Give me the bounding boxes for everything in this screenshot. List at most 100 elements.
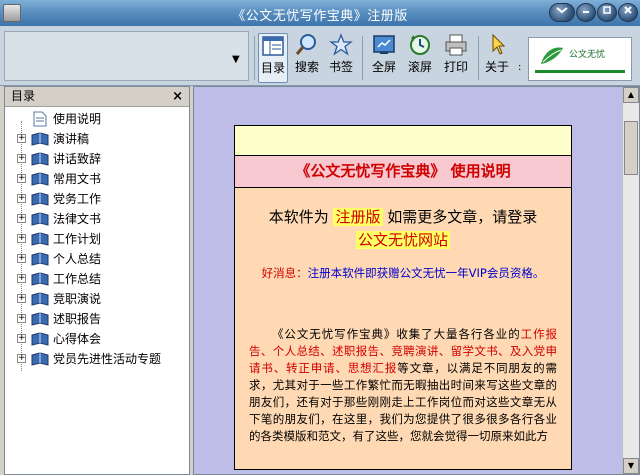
fullscreen-button[interactable]: 全屏 — [368, 33, 400, 83]
toolbar-separator — [478, 36, 479, 80]
tree-item-duty-report[interactable]: + 述职报告 — [5, 309, 189, 329]
tree-item-label: 工作总结 — [53, 272, 102, 286]
reg-highlight: 注册版 — [333, 208, 383, 226]
tree-item-usage[interactable]: 使用说明 — [5, 109, 189, 129]
rollup-button[interactable] — [549, 3, 575, 22]
book-icon — [31, 252, 49, 266]
book-icon — [31, 212, 49, 226]
tree-item-label: 演讲稿 — [53, 132, 90, 146]
leaf-logo-icon — [541, 47, 563, 64]
bookmark-star-icon — [329, 33, 353, 56]
toolbar-overflow-icon[interactable]: : — [518, 62, 521, 73]
tree-item-party-work[interactable]: + 党务工作 — [5, 189, 189, 209]
scroll-up-icon[interactable]: ▲ — [623, 87, 639, 103]
tree-item-label: 法律文书 — [53, 212, 102, 226]
document-top-band — [235, 126, 571, 156]
maximize-button[interactable] — [597, 3, 617, 22]
book-icon — [31, 312, 49, 326]
intro-text-1: 《公文无忧写作宝典》收集了大量各行各业的 — [272, 327, 521, 341]
toolbar-dropdown-icon[interactable]: ▼ — [232, 54, 240, 65]
sidebar-close-icon[interactable]: × — [172, 87, 183, 106]
bookmark-button[interactable]: 书签 — [326, 33, 356, 83]
toc-label: 目录 — [260, 61, 285, 75]
toc-tree: 使用说明 + 演讲稿 + 讲话致辞 + 常用文书 + 党务工作 + 法律文书 +… — [5, 107, 189, 371]
tree-item-personal-summary[interactable]: + 个人总结 — [5, 249, 189, 269]
toc-sidebar: 目录 × 使用说明 + 演讲稿 + 讲话致辞 + 常用文书 + 党务工作 + 法… — [4, 86, 190, 475]
registration-notice: 本软件为 注册版 如需更多文章，请登录 — [249, 206, 557, 227]
about-button[interactable]: 关于 — [482, 33, 512, 83]
minimize-button[interactable] — [576, 3, 596, 22]
expand-icon[interactable]: + — [17, 294, 26, 303]
expand-icon[interactable]: + — [17, 314, 26, 323]
news-head: 好消息： — [261, 266, 308, 280]
scroll-thumb[interactable] — [624, 121, 638, 175]
tree-item-work-plan[interactable]: + 工作计划 — [5, 229, 189, 249]
fullscreen-icon — [373, 35, 395, 54]
tree-item-work-summary[interactable]: + 工作总结 — [5, 269, 189, 289]
print-button[interactable]: 打印 — [440, 33, 472, 83]
expand-icon[interactable]: + — [17, 334, 26, 343]
title-bar: 《公文无忧写作宝典》注册版 — [0, 0, 640, 26]
auto-scroll-label: 滚屏 — [407, 60, 432, 74]
auto-scroll-icon — [410, 35, 430, 55]
book-icon — [31, 232, 49, 246]
expand-icon[interactable]: + — [17, 234, 26, 243]
tree-item-label: 述职报告 — [53, 312, 102, 326]
expand-icon[interactable]: + — [17, 154, 26, 163]
close-button[interactable] — [618, 3, 638, 22]
tree-item-legal-docs[interactable]: + 法律文书 — [5, 209, 189, 229]
window-controls — [549, 3, 638, 22]
content-pane: 《公文无忧写作宝典》 使用说明 本软件为 注册版 如需更多文章，请登录 公文无忧… — [193, 86, 640, 475]
auto-scroll-button[interactable]: 滚屏 — [404, 33, 436, 83]
reg-suffix: 如需更多文章，请登录 — [387, 208, 538, 226]
brand-logo: 公文无忧 — [528, 37, 632, 81]
tree-item-label: 党务工作 — [53, 192, 102, 206]
expand-icon[interactable]: + — [17, 214, 26, 223]
tree-item-label: 常用文书 — [53, 172, 102, 186]
bookmark-label: 书签 — [328, 60, 353, 74]
toolbar-separator — [254, 36, 255, 80]
document-heading: 《公文无忧写作宝典》 使用说明 — [235, 156, 571, 188]
toolbar-separator — [362, 36, 363, 80]
reg-prefix: 本软件为 — [268, 208, 329, 226]
fullscreen-label: 全屏 — [371, 60, 396, 74]
search-button[interactable]: 搜索 — [292, 33, 322, 83]
expand-icon[interactable]: + — [17, 194, 26, 203]
site-line: 公文无忧网站 — [249, 229, 557, 250]
printer-icon — [445, 34, 467, 56]
toolbar-blank-area — [4, 31, 249, 81]
expand-icon[interactable]: + — [17, 274, 26, 283]
tree-item-label: 讲话致辞 — [53, 152, 102, 166]
tree-item-common-docs[interactable]: + 常用文书 — [5, 169, 189, 189]
tree-item-addresses[interactable]: + 讲话致辞 — [5, 149, 189, 169]
table-of-contents-icon — [262, 36, 284, 56]
tree-item-campaign-speech[interactable]: + 竞职演说 — [5, 289, 189, 309]
expand-icon[interactable]: + — [17, 134, 26, 143]
good-news: 好消息：注册本软件即获赠公文无忧一年VIP会员资格。 — [249, 264, 557, 282]
tree-item-label: 个人总结 — [53, 252, 102, 266]
book-icon — [31, 152, 49, 166]
expand-icon[interactable]: + — [17, 174, 26, 183]
tree-item-label: 党员先进性活动专题 — [53, 352, 162, 366]
tree-item-reflections[interactable]: + 心得体会 — [5, 329, 189, 349]
pointer-icon — [492, 33, 506, 55]
document-panel: 《公文无忧写作宝典》 使用说明 本软件为 注册版 如需更多文章，请登录 公文无忧… — [234, 125, 572, 470]
expand-icon[interactable]: + — [17, 354, 26, 363]
site-link[interactable]: 公文无忧网站 — [355, 231, 450, 249]
tree-item-label: 竞职演说 — [53, 292, 102, 306]
scroll-down-icon[interactable]: ▼ — [623, 458, 639, 474]
book-icon — [31, 292, 49, 306]
tree-item-label: 心得体会 — [53, 332, 102, 346]
about-label: 关于 — [484, 60, 509, 74]
tree-item-party-activities[interactable]: + 党员先进性活动专题 — [5, 349, 189, 369]
book-icon — [31, 132, 49, 146]
toc-button[interactable]: 目录 — [258, 33, 288, 83]
vertical-scrollbar[interactable]: ▲ ▼ — [622, 87, 639, 474]
expand-icon[interactable]: + — [17, 254, 26, 263]
book-icon — [31, 352, 49, 366]
logo-text: 公文无忧 — [569, 50, 606, 60]
sidebar-header: 目录 × — [5, 87, 189, 107]
tree-item-speech[interactable]: + 演讲稿 — [5, 129, 189, 149]
sidebar-title: 目录 — [11, 89, 36, 103]
magnifier-icon — [295, 34, 316, 55]
